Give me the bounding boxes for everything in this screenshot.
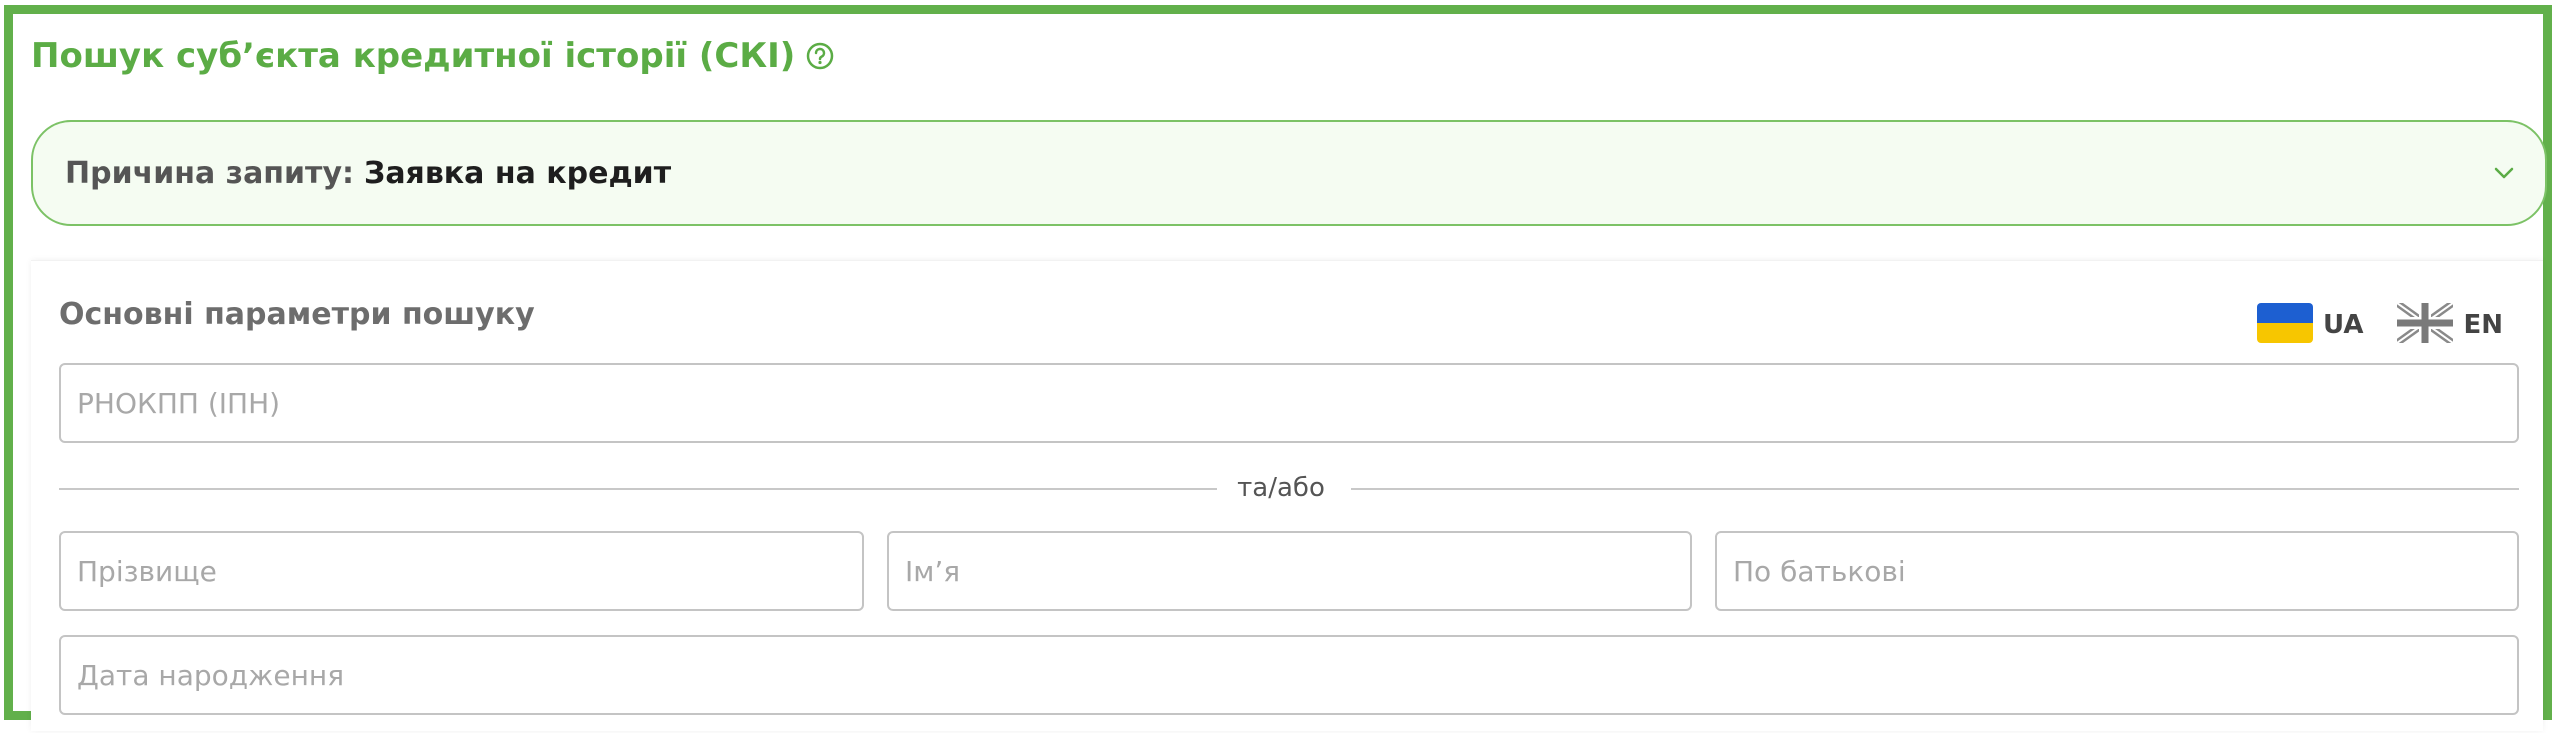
divider-line-right bbox=[1351, 488, 2519, 490]
search-subject-frame: Пошук суб’єкта кредитної історії (СКІ) П… bbox=[4, 5, 2552, 731]
page-title: Пошук суб’єкта кредитної історії (СКІ) bbox=[31, 36, 835, 76]
lang-code-en: EN bbox=[2463, 310, 2503, 340]
request-reason-value: Заявка на кредит bbox=[364, 155, 672, 191]
question-circle-icon[interactable] bbox=[805, 41, 835, 71]
page-title-text: Пошук суб’єкта кредитної історії (СКІ) bbox=[31, 36, 796, 76]
tax-id-input[interactable] bbox=[59, 363, 2519, 443]
section-title: Основні параметри пошуку bbox=[59, 297, 535, 332]
first-name-input[interactable] bbox=[887, 531, 1692, 611]
lang-code-ua: UA bbox=[2323, 310, 2364, 340]
language-switch: UA EN bbox=[2257, 300, 2503, 347]
request-reason-dropdown[interactable]: Причина запиту: Заявка на кредит bbox=[31, 120, 2547, 226]
last-name-input[interactable] bbox=[59, 531, 864, 611]
uk-flag-icon bbox=[2395, 300, 2456, 347]
lang-option-en[interactable]: EN bbox=[2395, 300, 2503, 347]
birth-date-input[interactable] bbox=[59, 635, 2519, 715]
divider-line-left bbox=[59, 488, 1217, 490]
search-params-card: Основні параметри пошуку UA EN РНОКПП (І… bbox=[31, 260, 2543, 731]
and-or-divider-text: та/або bbox=[1237, 473, 1325, 503]
patronymic-input[interactable] bbox=[1715, 531, 2519, 611]
ukraine-flag-icon bbox=[2257, 303, 2314, 347]
lang-option-ua[interactable]: UA bbox=[2257, 303, 2363, 347]
request-reason-label: Причина запиту: bbox=[65, 155, 354, 191]
chevron-down-icon[interactable] bbox=[2491, 160, 2517, 186]
